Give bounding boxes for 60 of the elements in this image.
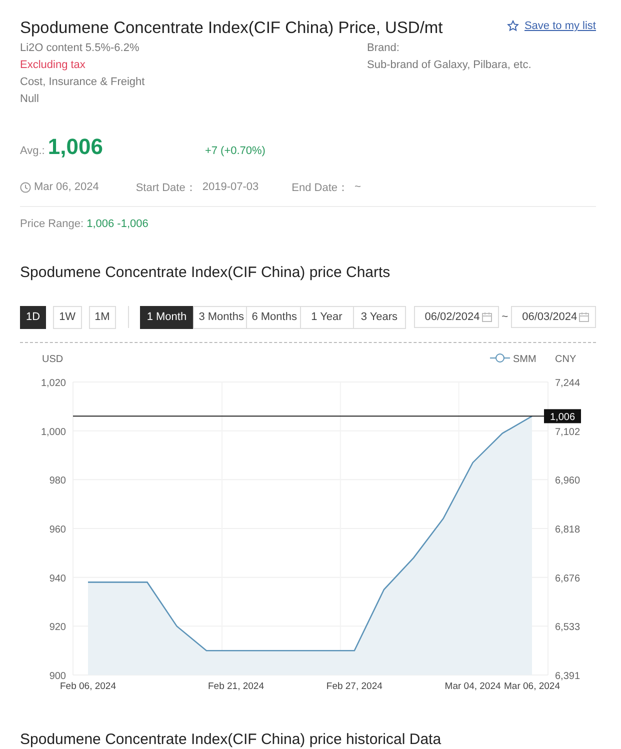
period-tab[interactable]: 1 Month [140,306,194,328]
y-axis-label: 980 [49,476,66,487]
save-link[interactable]: Save to my list [507,20,596,32]
avg-price: 1,006 [48,134,103,160]
y-axis-label: 1,020 [40,378,66,389]
price-change: +7 (+0.70%) [204,145,266,157]
period-tab[interactable]: 3 Months [192,306,247,328]
period-tab[interactable]: 6 Months [246,306,301,328]
y-axis-label: 7,102 [555,426,580,438]
range-separator: ~ [502,311,508,323]
end-date-label: End Date： [292,180,349,194]
page-title: Spodumene Concentrate Index(CIF China) Price, USD/mt [20,18,443,38]
start-date: 2019-07-03 [202,181,259,193]
calendar-icon [579,312,589,322]
brand-value: Sub-brand of Galaxy, Pilbara, etc. [367,58,532,73]
x-axis-label: Mar 04, 2024 [444,681,501,692]
x-axis-label: Feb 06, 2024 [60,681,116,692]
date-to-field[interactable]: 06/03/2024 [511,306,596,328]
calendar-icon [482,312,492,322]
y-axis-label: 6,960 [555,476,580,487]
y-axis-label: 6,391 [555,671,580,682]
price-range: 1,006 -1,006 [86,218,148,230]
section-title: Spodumene Concentrate Index(CIF China) price Charts [20,263,392,283]
period-tab[interactable]: 3 Years [352,306,406,328]
axis-title: CNY [555,354,576,365]
y-axis-label: 1,000 [40,426,66,438]
avg-label: Avg.: [20,145,45,157]
x-axis-label: Mar 06, 2024 [504,681,560,692]
interval-tab[interactable]: 1D [20,306,46,328]
axis-title: USD [42,354,64,365]
y-axis-label: 6,676 [555,573,580,584]
y-axis-label: 900 [49,671,66,682]
tax-status: Excluding tax [20,58,86,73]
clock-icon [20,182,31,192]
y-axis-label: 7,244 [555,378,580,389]
y-axis-label: 6,818 [555,524,580,536]
ref-line-label: 1,006 [550,412,576,424]
y-axis-label: 960 [49,524,66,536]
y-axis-label: 920 [49,622,66,634]
y-axis-label: 940 [49,573,66,584]
update-date: Mar 06, 2024 [34,181,99,193]
legend-label: SMM [513,354,536,365]
date-from-field[interactable]: 06/02/2024 [414,306,499,328]
section-title: Spodumene Concentrate Index(CIF China) price historical Data [20,731,442,748]
x-axis-label: Feb 21, 2024 [208,681,264,692]
end-date: ~ [354,181,361,193]
start-date-label: Start Date： [136,180,196,194]
star-icon [507,20,520,32]
spec-text: Li2O content 5.5%-6.2% [20,41,140,56]
price-range-label: Price Range: [20,218,84,230]
period-tab[interactable]: 1 Year [300,306,354,328]
spec-text: Null [20,92,40,107]
y-axis-label: 6,533 [555,622,580,634]
spec-text: Cost, Insurance & Freight [20,75,146,90]
price-tag: 1,006 [544,409,581,424]
brand-label: Brand: [367,41,400,56]
interval-tab[interactable]: 1W [53,306,82,328]
x-axis-label: Feb 27, 2024 [326,681,382,692]
interval-tab[interactable]: 1M [88,306,116,328]
legend-icon [490,354,510,362]
